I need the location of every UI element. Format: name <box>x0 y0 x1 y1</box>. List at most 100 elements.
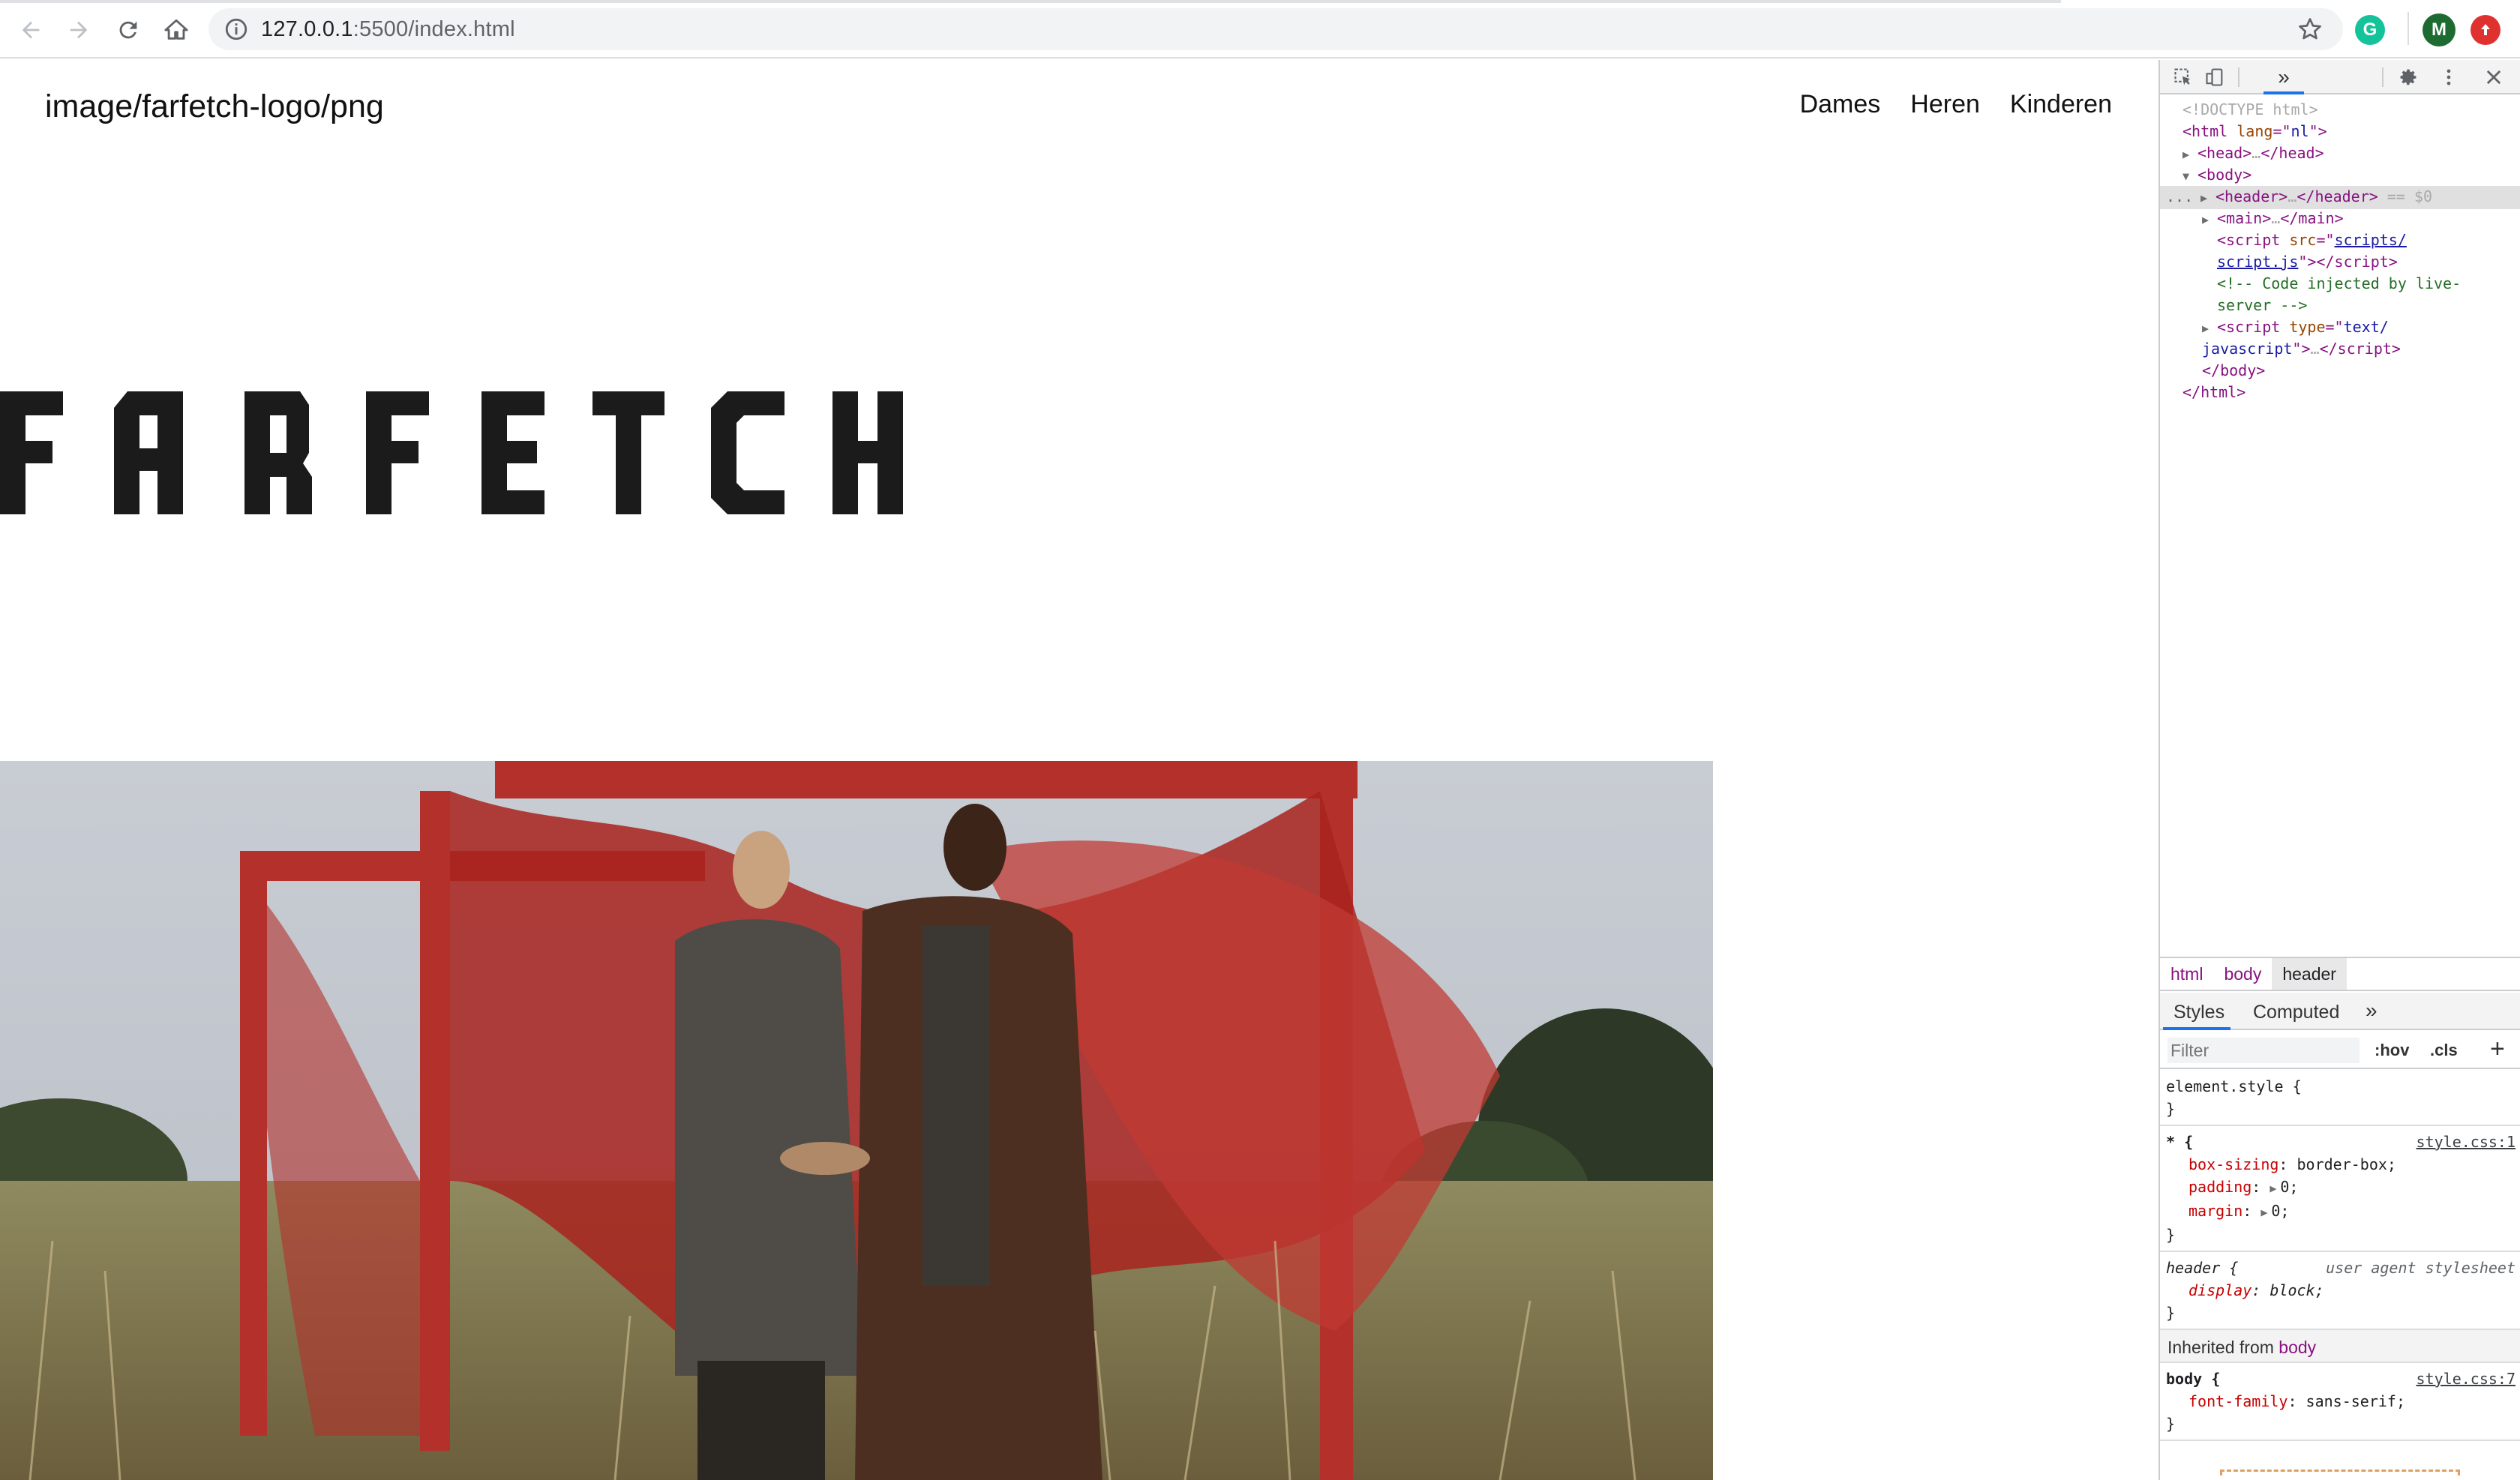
tree-body-close[interactable]: </body> <box>2202 360 2265 382</box>
rule-element-style[interactable]: element.style { } <box>2160 1071 2520 1126</box>
active-tab-indicator <box>2264 91 2304 94</box>
breadcrumb-html[interactable]: html <box>2160 958 2213 990</box>
inherited-from-header: Inherited from body <box>2160 1330 2520 1363</box>
expand-triangle-icon: ▶ <box>2260 1206 2268 1219</box>
farfetch-wordmark-logo <box>0 391 903 514</box>
rule-source-link[interactable]: style.css:7 <box>2416 1368 2516 1390</box>
tree-html-close[interactable]: </html> <box>2182 382 2246 403</box>
nav-link-heren[interactable]: Heren <box>1910 90 1980 119</box>
device-mobile-icon <box>2206 68 2223 86</box>
tree-comment-cont[interactable]: server --> <box>2217 295 2307 316</box>
close-devtools-button[interactable] <box>2482 66 2505 88</box>
home-button[interactable] <box>159 13 194 47</box>
url-host: 127.0.0.1 <box>261 17 353 41</box>
rule-close: } <box>2166 1415 2176 1433</box>
kebab-menu-icon <box>2446 69 2451 85</box>
breadcrumb-header[interactable]: header <box>2272 958 2347 990</box>
tree-doctype[interactable]: <!DOCTYPE html> <box>2182 99 2318 121</box>
url-text[interactable]: 127.0.0.1:5500/index.html <box>261 17 515 42</box>
rule-body[interactable]: style.css:7 body { font-family: sans-ser… <box>2160 1363 2520 1441</box>
expand-triangle-icon: ▶ <box>2202 213 2210 226</box>
new-rule-button[interactable]: + <box>2490 1035 2505 1064</box>
expand-triangle-icon: ▶ <box>2270 1182 2277 1195</box>
tree-comment[interactable]: <!-- Code injected by live- <box>2217 273 2461 295</box>
device-toolbar-button[interactable] <box>2204 66 2226 88</box>
rule-declaration[interactable]: padding: ▶ 0; <box>2166 1176 2514 1200</box>
devtools-toolbar: » <box>2160 60 2520 94</box>
inspect-element-button[interactable] <box>2172 66 2194 88</box>
nav-link-kinderen[interactable]: Kinderen <box>2010 90 2112 119</box>
toolbar-divider <box>2408 12 2409 45</box>
inherited-from-link[interactable]: body <box>2278 1338 2316 1357</box>
class-toggle[interactable]: .cls <box>2430 1041 2458 1060</box>
close-icon <box>2486 70 2501 85</box>
bookmark-star-icon[interactable] <box>2296 16 2324 43</box>
rule-header-ua[interactable]: user agent stylesheet header { display: … <box>2160 1252 2520 1330</box>
home-icon <box>164 19 188 40</box>
red-extension-icon[interactable] <box>2470 15 2500 45</box>
grammarly-extension-icon[interactable]: G <box>2355 15 2385 45</box>
forward-button[interactable] <box>62 13 96 47</box>
rule-close: } <box>2166 1100 2176 1118</box>
page-load-indicator <box>0 0 2061 3</box>
rule-close: } <box>2166 1226 2176 1244</box>
rule-declaration[interactable]: font-family: sans-serif; <box>2166 1390 2514 1413</box>
dom-breadcrumbs: html body header <box>2160 957 2520 991</box>
more-panes-chevron-icon[interactable]: » <box>2366 999 2378 1023</box>
back-button[interactable] <box>14 13 48 47</box>
rule-declaration[interactable]: box-sizing: border-box; <box>2166 1153 2514 1176</box>
hero-image-fashion-photo <box>0 761 1713 1480</box>
header-logo-alt-text[interactable]: image/farfetch-logo/png <box>45 88 384 125</box>
back-arrow-icon <box>22 21 40 39</box>
tree-main[interactable]: ▶ <main>…</main> <box>2202 208 2344 231</box>
devtools-menu-button[interactable] <box>2438 66 2460 88</box>
rule-close: } <box>2166 1304 2176 1322</box>
box-model-diagram <box>2220 1470 2460 1476</box>
settings-button[interactable] <box>2397 66 2420 88</box>
tree-body-open[interactable]: ▼ <body> <box>2182 164 2252 187</box>
tab-computed[interactable]: Computed <box>2253 1002 2339 1023</box>
more-tabs-chevron-icon[interactable]: » <box>2272 65 2295 88</box>
row-actions-dots: ... <box>2166 187 2194 205</box>
address-bar[interactable]: 127.0.0.1:5500/index.html <box>208 8 2343 50</box>
tree-head[interactable]: ▶ <head>…</head> <box>2182 142 2324 166</box>
tree-script-type[interactable]: ▶ <script type="text/ <box>2202 316 2389 340</box>
styles-filter-input[interactable] <box>2168 1038 2360 1063</box>
devtools-divider-2 <box>2382 67 2384 87</box>
rule-source-ua: user agent stylesheet <box>2326 1259 2516 1277</box>
tree-header-selected[interactable]: ... ▶ <header>…</header> == $0 <box>2160 186 2520 209</box>
tree-html-open[interactable]: <html lang="nl"> <box>2182 121 2327 142</box>
devtools-divider <box>2238 67 2240 87</box>
styles-tab-indicator <box>2163 1027 2230 1030</box>
main-nav: Dames Heren Kinderen <box>1800 90 2112 119</box>
rule-universal[interactable]: style.css:1 * { box-sizing: border-box; … <box>2160 1126 2520 1252</box>
extension-glyph-icon <box>2481 24 2490 35</box>
reload-icon <box>119 21 137 39</box>
tab-styles[interactable]: Styles <box>2174 1002 2224 1023</box>
expand-triangle-icon: ▶ <box>2200 191 2208 205</box>
nav-link-dames[interactable]: Dames <box>1800 90 1881 119</box>
forward-arrow-icon <box>70 21 88 39</box>
rule-declaration: display: block; <box>2188 1281 2324 1299</box>
breadcrumb-body[interactable]: body <box>2213 958 2272 990</box>
rule-source-link[interactable]: style.css:1 <box>2416 1131 2516 1153</box>
inspect-cursor-icon <box>2174 68 2191 85</box>
styles-rules: element.style { } style.css:1 * { box-si… <box>2160 1071 2520 1441</box>
devtools-panel: » <!DOCTYPE html> <html lang="nl"> ▶ <hea… <box>2158 60 2520 1480</box>
tree-script-src-cont[interactable]: script.js"></script> <box>2217 251 2398 273</box>
profile-avatar[interactable]: M <box>2422 13 2456 46</box>
info-icon[interactable] <box>224 16 249 42</box>
rule-selector: element.style { <box>2166 1077 2302 1095</box>
styles-filter-bar: :hov .cls + <box>2160 1032 2520 1069</box>
expand-triangle-icon: ▶ <box>2182 148 2190 161</box>
reload-button[interactable] <box>111 13 146 47</box>
tree-script-type-cont[interactable]: javascript">…</script> <box>2202 338 2401 360</box>
collapse-triangle-icon: ▼ <box>2182 169 2190 183</box>
hover-state-toggle[interactable]: :hov <box>2374 1041 2409 1060</box>
rule-declaration[interactable]: margin: ▶ 0; <box>2166 1200 2514 1224</box>
browser-toolbar: 127.0.0.1:5500/index.html G M <box>0 0 2520 58</box>
url-path: :5500/index.html <box>352 17 515 41</box>
page-viewport: image/farfetch-logo/png Dames Heren Kind… <box>0 60 2158 1480</box>
tree-script-src[interactable]: <script src="scripts/ <box>2217 229 2407 251</box>
styles-pane-tabs: Styles Computed » <box>2160 993 2520 1030</box>
